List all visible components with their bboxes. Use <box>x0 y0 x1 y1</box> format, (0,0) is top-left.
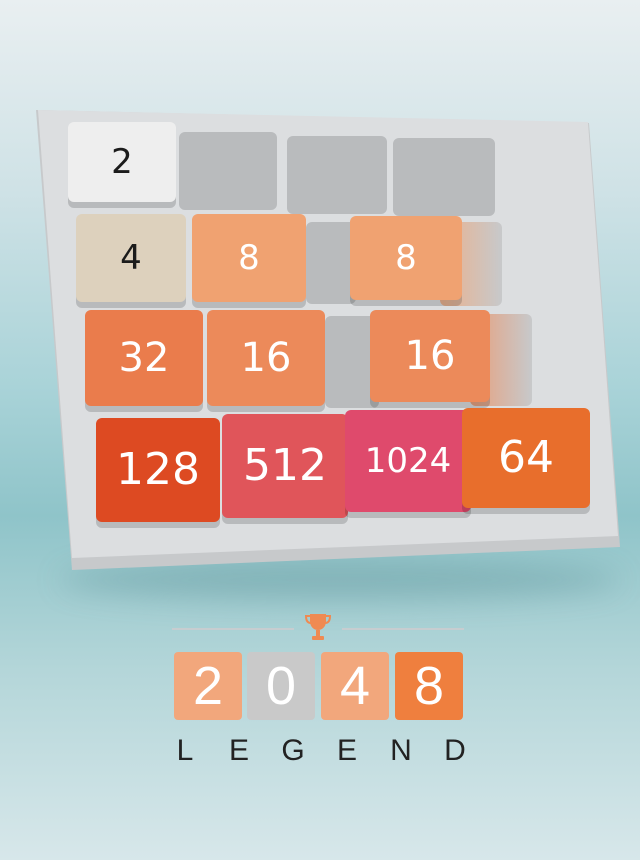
tile-1024: 1024 <box>345 410 471 512</box>
tile-128: 128 <box>96 418 220 522</box>
logo-digit-2: 2 <box>174 652 242 720</box>
empty-cell <box>287 136 387 214</box>
logo-digit-value: 4 <box>339 656 371 716</box>
logo-divider-right <box>342 628 464 630</box>
tile-value: 8 <box>395 238 417 278</box>
empty-cell <box>179 132 277 210</box>
empty-cell <box>393 138 495 216</box>
logo-digit-8: 8 <box>395 652 463 720</box>
tile-16: 16 <box>207 310 325 406</box>
logo-digit-value: 2 <box>192 656 224 716</box>
logo-letter: G <box>281 734 305 767</box>
tile-512: 512 <box>222 414 348 518</box>
tile-64: 64 <box>462 408 590 508</box>
logo-digit-value: 0 <box>265 656 297 716</box>
tile-32: 32 <box>85 310 203 406</box>
tile-value: 4 <box>120 238 142 278</box>
tile-4: 4 <box>76 214 186 302</box>
trophy-icon <box>304 614 332 640</box>
logo-digit-4: 4 <box>321 652 389 720</box>
logo-letter: E <box>336 734 357 767</box>
tile-8: 8 <box>350 216 462 300</box>
logo-letter: L <box>176 734 194 767</box>
logo-letter: D <box>444 734 466 767</box>
tile-16: 16 <box>370 310 490 402</box>
tile-value: 16 <box>404 333 456 379</box>
logo-divider-left <box>172 628 294 630</box>
logo-digit-value: 8 <box>413 656 445 716</box>
empty-cell <box>306 222 356 304</box>
logo-subtitle: L E G E N D <box>170 734 470 768</box>
logo-letter: E <box>228 734 249 767</box>
tile-2: 2 <box>68 122 176 202</box>
tile-value: 32 <box>118 335 170 381</box>
tile-value: 2 <box>111 142 133 182</box>
logo-letter: N <box>390 734 412 767</box>
tile-8: 8 <box>192 214 306 302</box>
tile-value: 128 <box>116 444 200 495</box>
tile-value: 512 <box>243 440 327 491</box>
tile-value: 16 <box>240 335 292 381</box>
tile-value: 64 <box>498 432 554 483</box>
logo-digit-0: 0 <box>247 652 315 720</box>
tile-value: 8 <box>238 238 260 278</box>
tile-value: 1024 <box>364 441 452 481</box>
